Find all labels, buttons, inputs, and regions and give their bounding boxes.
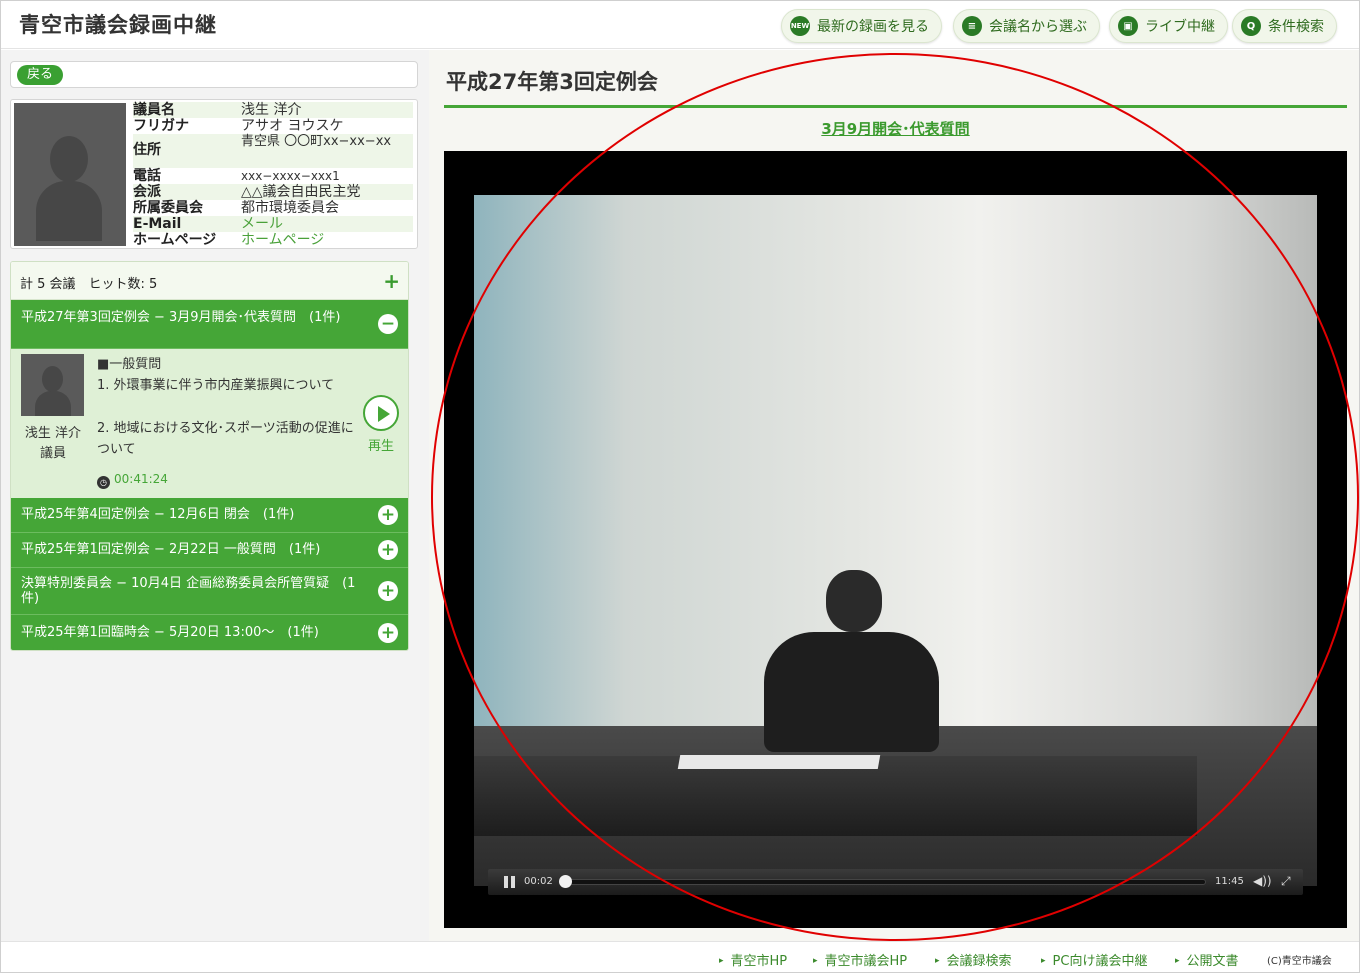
player-controls: 00:02 11:45 ◀)) ⤢ (488, 869, 1303, 895)
duration: 11:45 (1215, 876, 1244, 887)
current-time: 00:02 (524, 876, 553, 887)
meeting-group-label: 平成25年第4回定例会 − 12月6日 閉会 (1件) (21, 507, 295, 522)
footer: 青空市HP 青空市議会HP 会議録検索 PC向け議会中継 公開文書 (C)青空市… (1, 941, 1359, 972)
meeting-group[interactable]: 平成25年第4回定例会 − 12月6日 閉会 (1件) + (11, 498, 408, 533)
collapse-icon[interactable]: − (378, 314, 398, 334)
meeting-group[interactable]: 平成25年第1回定例会 − 2月22日 一般質問 (1件) + (11, 533, 408, 568)
live-broadcast-button[interactable]: ▣ ライブ中継 (1109, 9, 1228, 43)
hit-summary: 計 5 会議 ヒット数: 5 (20, 277, 158, 292)
homepage-link[interactable]: ホームページ (241, 232, 411, 248)
profile-value: △△議会自由民主党 (241, 184, 361, 200)
speaker-name: 浅生 洋介議員 (24, 426, 82, 461)
start-time[interactable]: ◷ 00:41:24 (97, 472, 168, 489)
play-label[interactable]: 再生 (363, 435, 399, 454)
video-frame[interactable] (474, 195, 1317, 886)
back-button[interactable]: 戻る (17, 65, 64, 85)
seek-handle[interactable] (559, 875, 572, 888)
member-profile: 議員名 浅生 洋介 フリガナ アサオ ヨウスケ 住所 青空県 〇〇町xx−xx−… (10, 99, 418, 249)
expand-icon[interactable]: + (378, 581, 398, 601)
clock-icon: ◷ (97, 476, 110, 489)
site-title[interactable]: 青空市議会録画中継 (19, 9, 217, 39)
profile-key: フリガナ (133, 118, 189, 134)
search-icon: Q (1241, 16, 1261, 36)
new-icon: NEW (790, 16, 810, 36)
meeting-group[interactable]: 平成25年第1回臨時会 − 5月20日 13:00〜 (1件) + (11, 615, 408, 650)
profile-row-homepage: ホームページ ホームページ (133, 232, 413, 248)
back-bar: 戻る (10, 61, 418, 88)
profile-key: ホームページ (133, 232, 217, 248)
profile-row-name: 議員名 浅生 洋介 (133, 102, 413, 118)
question-heading: ■一般質問 (97, 357, 162, 372)
pause-icon[interactable] (504, 876, 515, 888)
list-icon: ≡ (962, 16, 982, 36)
meeting-list-panel: 計 5 会議 ヒット数: 5 + 平成27年第3回定例会 − 3月9月開会･代表… (10, 261, 409, 651)
meeting-list-header: 計 5 会議 ヒット数: 5 + (11, 262, 408, 300)
profile-key: 住所 (133, 142, 161, 158)
meeting-group[interactable]: 平成27年第3回定例会 − 3月9月開会･代表質問 (1件) − (11, 300, 408, 349)
profile-row-committee: 所属委員会 都市環境委員会 (133, 200, 413, 216)
question-item: 2. 地域における文化･スポーツ活動の促進について (97, 421, 354, 457)
meeting-group-label: 平成25年第1回定例会 − 2月22日 一般質問 (1件) (21, 542, 321, 557)
question-item: 1. 外環事業に伴う市内産業振興について (97, 378, 335, 393)
member-photo (14, 103, 126, 246)
profile-value: 浅生 洋介 (241, 102, 302, 118)
profile-row-faction: 会派 △△議会自由民主党 (133, 184, 413, 200)
nav-label: 会議名から選ぶ (989, 19, 1087, 35)
footer-link[interactable]: 青空市HP (719, 950, 788, 969)
nav-label: 条件検索 (1268, 19, 1324, 35)
meeting-group-label: 平成27年第3回定例会 − 3月9月開会･代表質問 (1件) (21, 310, 341, 325)
title-divider (444, 105, 1347, 108)
footer-link[interactable]: PC向け議会中継 (1041, 950, 1148, 969)
nav-label: 最新の録画を見る (817, 19, 929, 35)
copyright: (C)青空市議会 (1267, 956, 1332, 967)
video-player[interactable]: 00:02 11:45 ◀)) ⤢ (444, 151, 1347, 928)
start-time-value: 00:41:24 (114, 472, 168, 486)
nav-label: ライブ中継 (1145, 19, 1215, 35)
meeting-group-label: 決算特別委員会 − 10月4日 企画総務委員会所管質疑 (1件) (21, 576, 356, 606)
play-button[interactable] (363, 395, 399, 431)
condition-search-button[interactable]: Q 条件検索 (1232, 9, 1337, 43)
profile-key: 議員名 (133, 102, 175, 118)
profile-row-phone: 電話 xxx−xxxx−xxx1 (133, 168, 413, 184)
latest-recordings-button[interactable]: NEW 最新の録画を見る (781, 9, 942, 43)
profile-key: 所属委員会 (133, 200, 203, 216)
profile-value: 青空県 〇〇町xx−xx−xx (241, 134, 392, 149)
footer-link[interactable]: 公開文書 (1175, 950, 1239, 969)
email-link[interactable]: メール (241, 216, 411, 232)
meeting-detail: 浅生 洋介議員 ■一般質問 1. 外環事業に伴う市内産業振興について 2. 地域… (11, 349, 408, 498)
profile-key: 電話 (133, 168, 161, 184)
profile-value: アサオ ヨウスケ (241, 118, 344, 134)
session-link[interactable]: 3月9月開会･代表質問 (444, 118, 1347, 139)
speaker-photo (21, 354, 84, 416)
seek-bar[interactable] (566, 879, 1206, 885)
select-by-meeting-button[interactable]: ≡ 会議名から選ぶ (953, 9, 1100, 43)
fullscreen-icon[interactable]: ⤢ (1281, 874, 1291, 889)
meeting-group[interactable]: 決算特別委員会 − 10月4日 企画総務委員会所管質疑 (1件) + (11, 568, 408, 615)
page-title: 平成27年第3回定例会 (446, 70, 658, 94)
profile-row-kana: フリガナ アサオ ヨウスケ (133, 118, 413, 134)
profile-key: 会派 (133, 184, 161, 200)
footer-link[interactable]: 会議録検索 (935, 950, 1012, 969)
header: 青空市議会録画中継 NEW 最新の録画を見る ≡ 会議名から選ぶ ▣ ライブ中継… (1, 1, 1359, 49)
expand-icon[interactable]: + (378, 623, 398, 643)
profile-row-address: 住所 青空県 〇〇町xx−xx−xx (133, 134, 413, 168)
main-content: 平成27年第3回定例会 3月9月開会･代表質問 00:02 11:45 ◀)) … (429, 50, 1359, 941)
footer-link[interactable]: 青空市議会HP (813, 950, 908, 969)
profile-row-email: E-Mail メール (133, 216, 413, 232)
expand-all-icon[interactable]: + (383, 269, 400, 293)
expand-icon[interactable]: + (378, 540, 398, 560)
profile-value: xxx−xxxx−xxx1 (241, 169, 340, 183)
profile-key: E-Mail (133, 216, 182, 232)
profile-value: 都市環境委員会 (241, 200, 339, 216)
sidebar: 戻る 議員名 浅生 洋介 フリガナ アサオ ヨウスケ 住所 青空県 〇〇町xx−… (1, 50, 429, 941)
volume-icon[interactable]: ◀)) (1253, 874, 1272, 888)
expand-icon[interactable]: + (378, 505, 398, 525)
camera-icon: ▣ (1118, 16, 1138, 36)
meeting-group-label: 平成25年第1回臨時会 − 5月20日 13:00〜 (1件) (21, 625, 319, 640)
